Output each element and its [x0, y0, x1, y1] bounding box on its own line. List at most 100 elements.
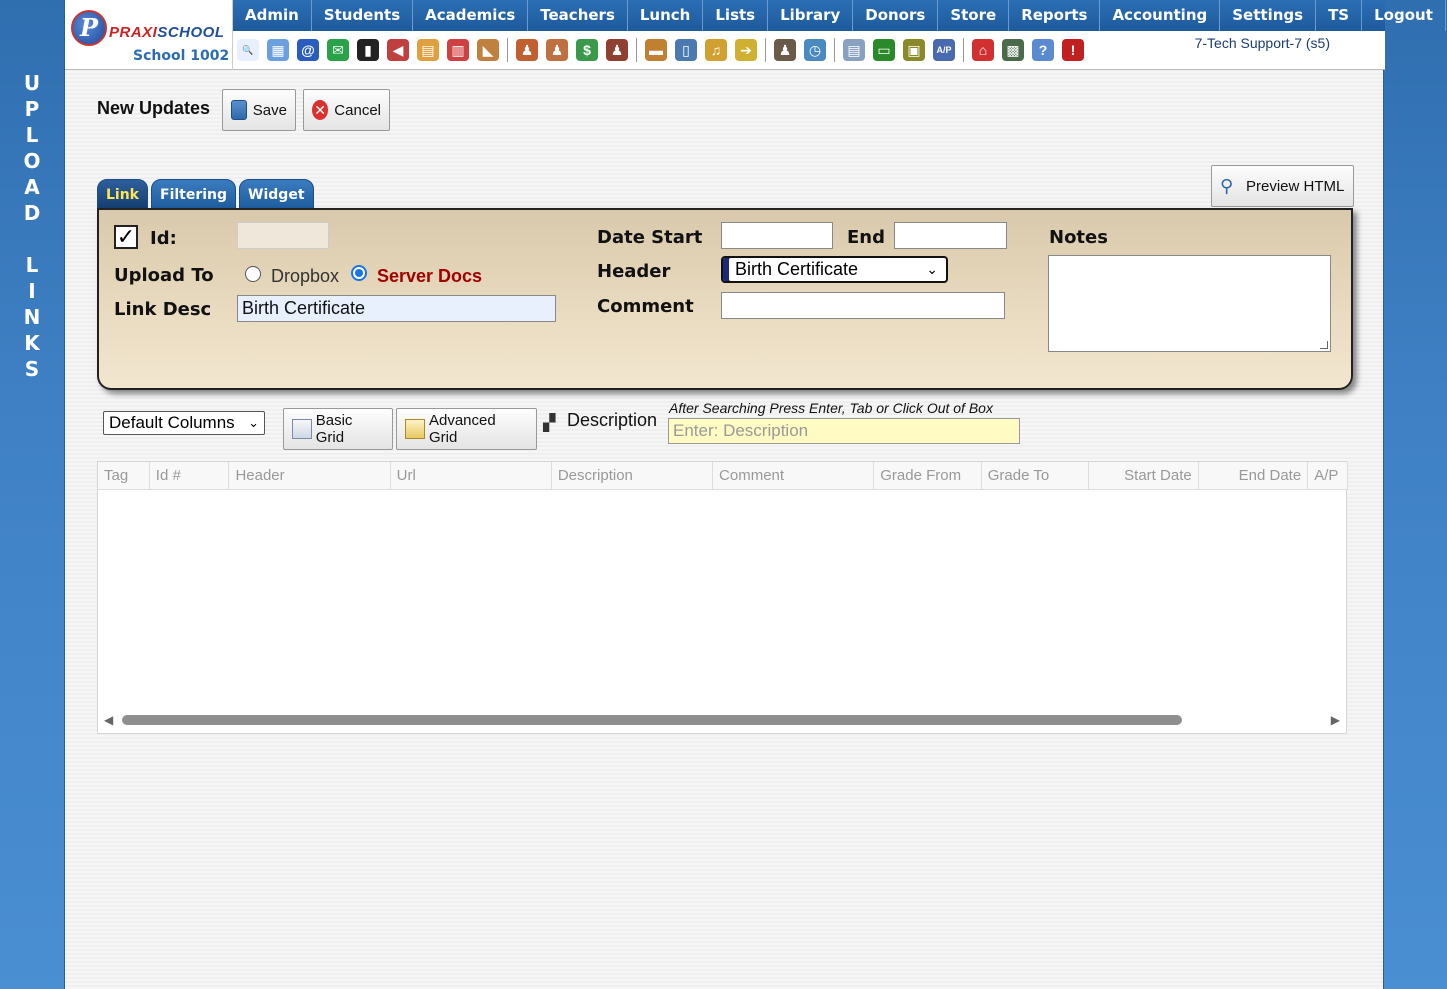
logo-prefix: PRAXI: [109, 24, 158, 41]
horizontal-scrollbar[interactable]: ◀ ▶: [98, 713, 1348, 727]
chat-icon[interactable]: ✉: [327, 39, 349, 61]
toolbar-separator: [507, 38, 508, 62]
ap-icon[interactable]: A/P: [933, 39, 955, 61]
register-icon[interactable]: ▩: [1002, 39, 1024, 61]
menu-item-store[interactable]: Store: [938, 0, 1010, 31]
end-date-field[interactable]: [894, 222, 1007, 249]
page-title: New Updates: [97, 98, 211, 118]
toolbar-separator: [963, 38, 964, 62]
scroll-thumb[interactable]: [122, 715, 1182, 725]
menu-item-teachers[interactable]: Teachers: [528, 0, 628, 31]
dropbox-option-label[interactable]: Dropbox: [271, 266, 339, 287]
menu-item-ts[interactable]: TS: [1316, 0, 1363, 31]
column-header[interactable]: Tag: [98, 462, 150, 489]
calendar-grid-icon[interactable]: ▦: [267, 39, 289, 61]
toolbar-separator: [834, 38, 835, 62]
teacher-add-icon[interactable]: ♟: [516, 39, 538, 61]
side-title-letter: S: [24, 357, 40, 381]
column-header[interactable]: End Date: [1199, 462, 1309, 489]
tab-link[interactable]: Link: [97, 179, 148, 209]
email-icon[interactable]: @: [297, 39, 319, 61]
link-desc-field[interactable]: Birth Certificate: [237, 295, 556, 322]
id-field[interactable]: [237, 222, 329, 249]
header-select[interactable]: Birth Certificate ⌄: [721, 256, 948, 283]
stop-icon[interactable]: !: [1062, 39, 1084, 61]
side-title-letter: U: [23, 71, 41, 95]
column-header[interactable]: Id #: [150, 462, 230, 489]
comment-field[interactable]: [721, 292, 1005, 319]
main-menu: Admin Students Academics Teachers Lunch Lists…: [233, 0, 1446, 31]
server-docs-option-label[interactable]: Server Docs: [377, 266, 482, 287]
card-icon[interactable]: ▭: [873, 39, 895, 61]
notepad-icon[interactable]: ▤: [417, 39, 439, 61]
basic-grid-button[interactable]: Basic Grid: [283, 408, 393, 450]
column-header[interactable]: Grade To: [982, 462, 1090, 489]
column-header[interactable]: Url: [391, 462, 552, 489]
menu-item-reports[interactable]: Reports: [1009, 0, 1101, 31]
menu-item-settings[interactable]: Settings: [1220, 0, 1317, 31]
cancel-button[interactable]: ✕ Cancel: [303, 89, 390, 131]
menu-item-admin[interactable]: Admin: [233, 0, 312, 31]
id-label: Id:: [150, 228, 177, 249]
logo-text: PRAXISCHOOL: [109, 24, 225, 41]
menu-item-academics[interactable]: Academics: [413, 0, 529, 31]
menu-item-accounting[interactable]: Accounting: [1100, 0, 1221, 31]
money-icon[interactable]: $: [576, 39, 598, 61]
date-start-field[interactable]: [721, 222, 833, 249]
tab-filtering[interactable]: Filtering: [151, 179, 237, 209]
menu-item-lunch[interactable]: Lunch: [628, 0, 704, 31]
book-icon[interactable]: ▯: [675, 39, 697, 61]
save-button[interactable]: Save: [222, 89, 296, 131]
magnifier-icon: ⚲: [1220, 176, 1234, 196]
person-icon[interactable]: ♟: [774, 39, 796, 61]
scroll-left-icon[interactable]: ◀: [104, 713, 113, 727]
users-icon[interactable]: ♟: [606, 39, 628, 61]
preview-html-button[interactable]: ⚲ Preview HTML: [1211, 165, 1354, 207]
printer-icon[interactable]: ▣: [903, 39, 925, 61]
preview-label: Preview HTML: [1246, 177, 1345, 195]
server-docs-radio[interactable]: [351, 265, 367, 281]
side-title-letter: K: [24, 331, 40, 355]
school-name: School 1002: [133, 48, 230, 64]
resize-handle-icon[interactable]: [1320, 341, 1328, 349]
column-header[interactable]: Header: [229, 462, 391, 489]
advanced-grid-label: Advanced Grid: [428, 412, 496, 446]
menu-item-library[interactable]: Library: [768, 0, 854, 31]
notes-label: Notes: [1049, 227, 1108, 248]
menu-item-lists[interactable]: Lists: [703, 0, 769, 31]
megaphone-icon[interactable]: ◣: [477, 39, 499, 61]
description-search-input[interactable]: Enter: Description: [668, 418, 1020, 444]
bell-icon[interactable]: ♫: [705, 39, 727, 61]
column-header[interactable]: A/P: [1308, 462, 1348, 489]
advanced-grid-button[interactable]: Advanced Grid: [396, 408, 537, 450]
results-grid: Tag Id # Header Url Description Comment Grade …: [97, 461, 1348, 734]
column-header[interactable]: Comment: [713, 462, 875, 489]
report-icon[interactable]: ▤: [843, 39, 865, 61]
lunch-icon[interactable]: ▬: [645, 39, 667, 61]
notes-textarea[interactable]: [1048, 255, 1331, 352]
pdf-icon[interactable]: ⌂: [972, 39, 994, 61]
menu-item-logout[interactable]: Logout: [1362, 0, 1446, 31]
phone-icon[interactable]: ▮: [357, 39, 379, 61]
tab-widget[interactable]: Widget: [239, 179, 314, 209]
menu-item-donors[interactable]: Donors: [853, 0, 939, 31]
column-header[interactable]: Grade From: [874, 462, 982, 489]
column-header[interactable]: Start Date: [1089, 462, 1199, 489]
logo[interactable]: P PRAXISCHOOL School 1002: [65, 0, 233, 70]
help-icon[interactable]: ?: [1032, 39, 1054, 61]
scroll-right-icon[interactable]: ▶: [1331, 713, 1340, 727]
icon-toolbar: 🔍 ▦ @ ✉ ▮ ◀ ▤ ▥ ◣ ♟ ♟ $ ♟ ▬ ▯ ♫ ➔ ♟ ◷ ▤ ▭ ▣ A/P ⌂ ▩?!: [237, 36, 1092, 64]
app-window: P PRAXISCHOOL School 1002 Admin Students A…: [64, 0, 1446, 989]
column-header[interactable]: Description: [552, 462, 714, 489]
clock-icon[interactable]: ◷: [804, 39, 826, 61]
speaker-icon[interactable]: ◀: [387, 39, 409, 61]
dropbox-radio[interactable]: [245, 266, 261, 282]
columns-select[interactable]: Default Columns ⌄: [103, 411, 265, 435]
id-checkbox[interactable]: ✓: [114, 225, 138, 249]
calendar-icon[interactable]: ▥: [447, 39, 469, 61]
search-icon[interactable]: 🔍: [237, 39, 259, 61]
teacher-icon[interactable]: ♟: [546, 39, 568, 61]
end-label: End: [847, 227, 885, 248]
export-icon[interactable]: ➔: [735, 39, 757, 61]
menu-item-students[interactable]: Students: [312, 0, 414, 31]
